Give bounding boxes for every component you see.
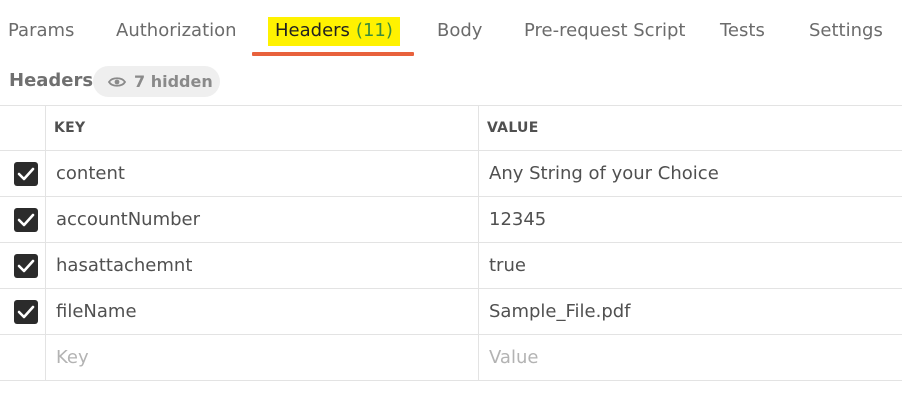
tab-pre-request-script[interactable]: Pre-request Script	[524, 20, 685, 48]
new-key-input[interactable]: Key	[46, 335, 479, 380]
tab-highlight: Headers (11)	[268, 17, 400, 46]
row-checkbox[interactable]	[14, 254, 38, 278]
checkmark-icon	[17, 167, 35, 181]
hidden-count-label: 7 hidden	[134, 72, 213, 91]
header-check-cell	[0, 106, 46, 150]
headers-table: KEY VALUE content Any String of your Cho…	[0, 105, 902, 381]
tab-settings[interactable]: Settings	[809, 20, 883, 48]
section-title: Headers	[9, 70, 94, 91]
value-cell[interactable]: 12345	[479, 197, 902, 242]
column-header-value: VALUE	[487, 120, 539, 136]
tab-label: Settings	[809, 20, 883, 41]
hidden-headers-toggle[interactable]: 7 hidden	[93, 66, 220, 97]
check-cell	[0, 243, 46, 288]
new-header-row: Key Value	[0, 335, 902, 381]
checkmark-icon	[17, 213, 35, 227]
check-cell	[0, 335, 46, 380]
value-cell[interactable]: Any String of your Choice	[479, 151, 902, 196]
column-header-key: KEY	[46, 106, 479, 150]
table-header-row: KEY VALUE	[0, 105, 902, 151]
value-cell[interactable]: true	[479, 243, 902, 288]
active-tab-indicator	[252, 52, 414, 56]
tab-authorization[interactable]: Authorization	[116, 20, 237, 48]
checkmark-icon	[17, 305, 35, 319]
tab-label: Params	[8, 20, 75, 41]
tab-label: Headers	[275, 20, 350, 41]
tab-params[interactable]: Params	[8, 20, 74, 48]
tab-count: (11)	[355, 20, 393, 41]
value-cell[interactable]: Sample_File.pdf	[479, 289, 902, 334]
row-checkbox[interactable]	[14, 162, 38, 186]
tab-body[interactable]: Body	[437, 20, 482, 48]
table-row: hasattachemnt true	[0, 243, 902, 289]
key-cell[interactable]: accountNumber	[46, 197, 479, 242]
tab-tests[interactable]: Tests	[720, 20, 765, 48]
tab-label: Tests	[720, 20, 765, 41]
check-cell	[0, 289, 46, 334]
eye-icon	[108, 76, 126, 87]
tab-label: Body	[437, 20, 483, 41]
key-cell[interactable]: content	[46, 151, 479, 196]
row-checkbox[interactable]	[14, 208, 38, 232]
checkmark-icon	[17, 259, 35, 273]
table-row: content Any String of your Choice	[0, 151, 902, 197]
key-cell[interactable]: hasattachemnt	[46, 243, 479, 288]
table-row: fileName Sample_File.pdf	[0, 289, 902, 335]
check-cell	[0, 151, 46, 196]
tab-label: Authorization	[116, 20, 237, 41]
request-tabs: Params Authorization Headers (11) Body Pr…	[0, 0, 902, 60]
key-cell[interactable]: fileName	[46, 289, 479, 334]
check-cell	[0, 197, 46, 242]
row-checkbox[interactable]	[14, 300, 38, 324]
table-row: accountNumber 12345	[0, 197, 902, 243]
tab-label: Pre-request Script	[524, 20, 686, 41]
new-value-input[interactable]: Value	[479, 335, 902, 380]
tab-headers[interactable]: Headers (11)	[268, 17, 400, 48]
